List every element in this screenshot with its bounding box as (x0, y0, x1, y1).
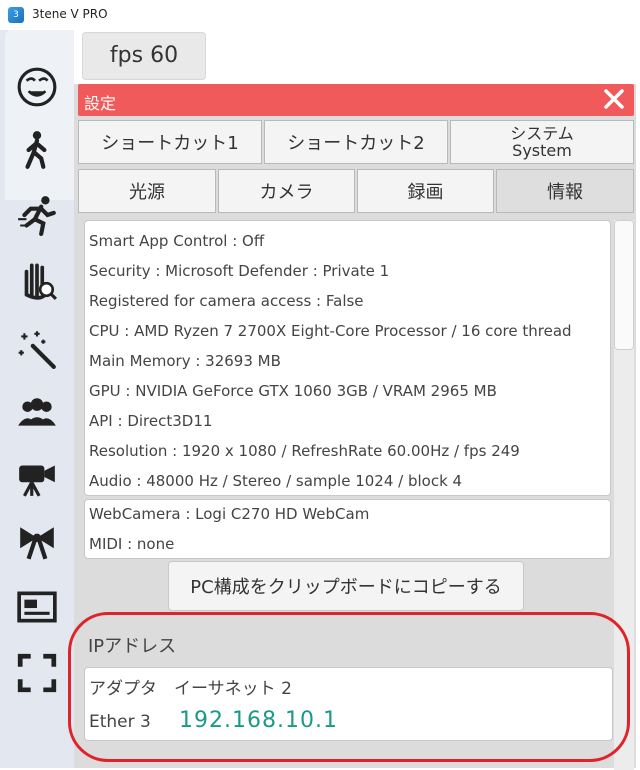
webcam-line: WebCamera : Logi C270 HD WebCam (89, 505, 370, 523)
ip-panel: アダプタ イーサネット 2 Ether 3 192.168.10.1 (84, 667, 613, 741)
info-line: Smart App Control : Off (89, 232, 265, 250)
tab-camera[interactable]: カメラ (218, 169, 355, 213)
devices-panel: WebCamera : Logi C270 HD WebCam MIDI : n… (84, 499, 611, 559)
tab-system-label-jp: システム (510, 124, 574, 143)
hand-search-icon[interactable] (12, 255, 62, 305)
info-line: GPU : NVIDIA GeForce GTX 1060 3GB / VRAM… (89, 382, 497, 400)
info-line: Resolution : 1920 x 1080 / RefreshRate 6… (89, 442, 520, 460)
info-line: Audio : 48000 Hz / Stereo / sample 1024 … (89, 472, 463, 490)
fullscreen-icon[interactable] (12, 648, 62, 698)
info-line: Main Memory : 32693 MB (89, 352, 281, 370)
fps-display: fps 60 (82, 32, 206, 80)
info-line: CPU : AMD Ryzen 7 2700X Eight-Core Proce… (89, 322, 572, 340)
ip-section-title: IPアドレス (88, 636, 177, 657)
tab-light[interactable]: 光源 (78, 169, 216, 213)
bow-icon[interactable] (12, 517, 62, 567)
title-bar: 3 3tene V PRO (0, 0, 640, 30)
window-title: 3tene V PRO (32, 7, 108, 21)
close-icon[interactable] (602, 87, 626, 111)
tab-system[interactable]: システム System (450, 120, 634, 164)
magic-wand-icon[interactable] (12, 323, 62, 373)
ip-interface-name: Ether 3 (89, 712, 151, 732)
scrollbar-thumb[interactable] (614, 220, 634, 350)
card-icon[interactable] (12, 582, 62, 632)
app-logo-icon: 3 (8, 7, 24, 23)
tab-shortcut2[interactable]: ショートカット2 (264, 120, 448, 164)
ip-address: 192.168.10.1 (179, 708, 338, 733)
camera-icon[interactable] (12, 452, 62, 502)
info-line: Security : Microsoft Defender : Private … (89, 262, 390, 280)
tab-system-label-en: System (512, 141, 572, 160)
ip-adapter-label: アダプタ イーサネット 2 (89, 679, 292, 699)
dialog-title: 設定 (84, 94, 117, 113)
info-line: Registered for camera access : False (89, 292, 364, 310)
sidebar (0, 30, 74, 768)
midi-line: MIDI : none (89, 535, 175, 553)
group-icon[interactable] (12, 388, 62, 438)
tab-info[interactable]: 情報 (496, 169, 634, 213)
info-line: API : Direct3D11 (89, 412, 213, 430)
run-icon[interactable] (12, 190, 62, 240)
system-info-panel: Smart App Control : Off Security : Micro… (84, 220, 611, 496)
tab-recording[interactable]: 録画 (357, 169, 494, 213)
tab-shortcut1[interactable]: ショートカット1 (78, 120, 262, 164)
face-icon[interactable] (12, 62, 62, 112)
walk-icon[interactable] (12, 125, 62, 175)
copy-to-clipboard-button[interactable]: PC構成をクリップボードにコピーする (168, 561, 524, 611)
dialog-header: 設定 (78, 84, 634, 116)
